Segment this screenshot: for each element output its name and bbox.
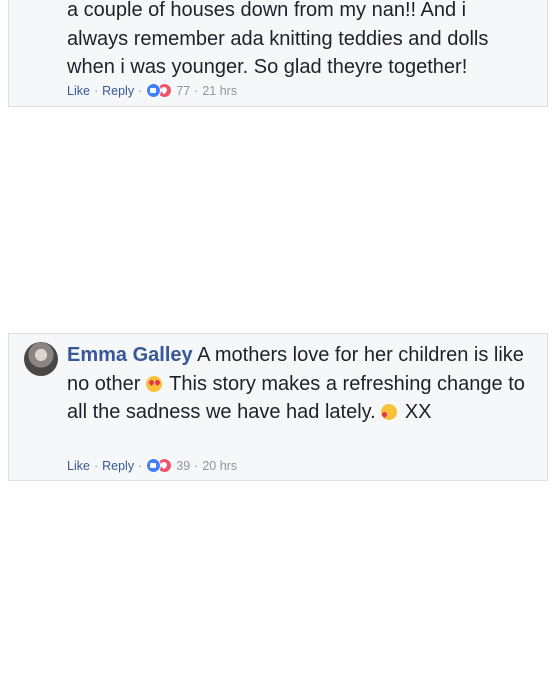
like-link[interactable]: Like bbox=[67, 459, 90, 473]
separator: · bbox=[194, 458, 199, 473]
kiss-emoji-icon bbox=[381, 404, 398, 420]
comment-actions: Like · Reply · 39 · 20 hrs bbox=[67, 458, 237, 473]
comment-text: Emma Galley A mothers love for her child… bbox=[67, 341, 537, 427]
comment-actions: Like · Reply · 77 · 21 hrs bbox=[67, 83, 237, 98]
reaction-count[interactable]: 39 bbox=[176, 459, 190, 473]
comment-line: always remember ada knitting teddies and… bbox=[67, 27, 489, 50]
separator: · bbox=[138, 83, 143, 98]
reply-link[interactable]: Reply bbox=[102, 459, 134, 473]
separator: · bbox=[138, 458, 143, 473]
reactions[interactable] bbox=[146, 83, 173, 98]
separator: · bbox=[93, 458, 99, 473]
avatar[interactable] bbox=[24, 342, 58, 376]
comment-line: a couple of houses down from my nan!! An… bbox=[67, 0, 467, 21]
reply-link[interactable]: Reply bbox=[102, 84, 134, 98]
author-name-link[interactable]: Emma Galley bbox=[67, 344, 193, 366]
comment-card: a couple of houses down from my nan!! An… bbox=[8, 0, 548, 107]
reactions[interactable] bbox=[146, 458, 173, 473]
comment-line: when i was younger. So glad theyre toget… bbox=[67, 56, 468, 78]
separator: · bbox=[93, 83, 99, 98]
separator: · bbox=[194, 83, 199, 98]
timestamp-link[interactable]: 20 hrs bbox=[202, 459, 237, 473]
comment-body: XX bbox=[404, 401, 432, 423]
timestamp-link[interactable]: 21 hrs bbox=[202, 84, 237, 98]
heart-eyes-emoji-icon bbox=[145, 375, 162, 392]
comment-card: Emma Galley A mothers love for her child… bbox=[8, 333, 548, 481]
like-link[interactable]: Like bbox=[67, 84, 90, 98]
comment-text: a couple of houses down from my nan!! An… bbox=[67, 0, 537, 82]
reaction-count[interactable]: 77 bbox=[176, 84, 190, 98]
